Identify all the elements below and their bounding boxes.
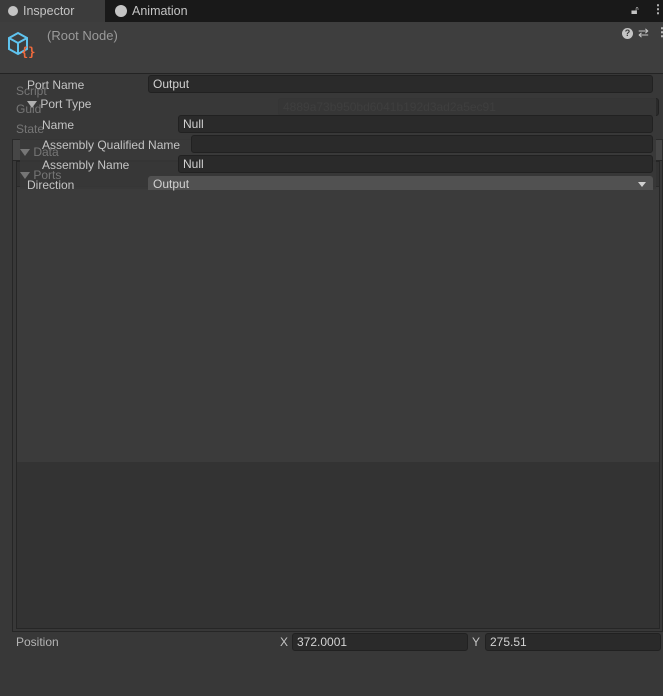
position-label: Position [16, 635, 59, 649]
position-y-input[interactable]: 275.51 [485, 633, 661, 651]
svg-text:{}: {} [21, 45, 35, 59]
position-x-input[interactable]: 372.0001 [292, 633, 468, 651]
state-label: State [16, 122, 45, 136]
tab-inspector[interactable]: Inspector [0, 0, 105, 22]
presets-icon[interactable]: ⇄ [638, 25, 649, 41]
node-script-icon: {} [8, 31, 35, 59]
data-content [12, 160, 663, 632]
aqn-label: Assembly Qualified Name [42, 138, 181, 152]
x-label[interactable]: X [280, 635, 288, 649]
help-icon[interactable]: ? [622, 28, 633, 39]
direction-value: Output [153, 177, 190, 191]
assembly-name-label: Assembly Name [42, 158, 130, 172]
aqn-input[interactable] [191, 135, 653, 153]
direction-dropdown[interactable]: Output [148, 176, 653, 191]
lock-icon[interactable]: 🔓︎ [631, 3, 639, 18]
context-menu-icon[interactable]: ⋮ [656, 25, 663, 39]
object-title: (Root Node) [47, 28, 118, 43]
tab-label: Animation [132, 4, 188, 18]
ports-box [16, 161, 660, 629]
dropdown-arrow-icon [638, 182, 646, 187]
info-icon [8, 6, 18, 16]
port-type-foldout[interactable]: Port Type [27, 97, 91, 111]
name-input[interactable]: Null [178, 115, 653, 133]
tab-animation[interactable]: Animation [107, 0, 188, 22]
more-icon[interactable]: ⋮ [652, 2, 663, 16]
tab-label: Inspector [23, 4, 75, 18]
port-name-input[interactable]: Output [148, 75, 653, 93]
name-label: Name [42, 118, 75, 132]
tab-bar: Inspector Animation 🔓︎ ⋮ [0, 0, 663, 22]
assembly-name-input[interactable]: Null [178, 155, 653, 173]
y-label[interactable]: Y [472, 635, 480, 649]
inspector-header: {} (Root Node) ? ⇄ ⋮ [0, 22, 663, 74]
triangle-down-icon [20, 149, 30, 156]
guid-field[interactable]: 4889a73b950bd6041b192d3ad2a5ec91 [278, 98, 659, 116]
port-name-label: Port Name [27, 78, 85, 92]
direction-label: Direction [27, 178, 75, 192]
ports-list [17, 186, 659, 462]
clock-icon [115, 5, 127, 17]
triangle-down-icon [27, 101, 37, 108]
